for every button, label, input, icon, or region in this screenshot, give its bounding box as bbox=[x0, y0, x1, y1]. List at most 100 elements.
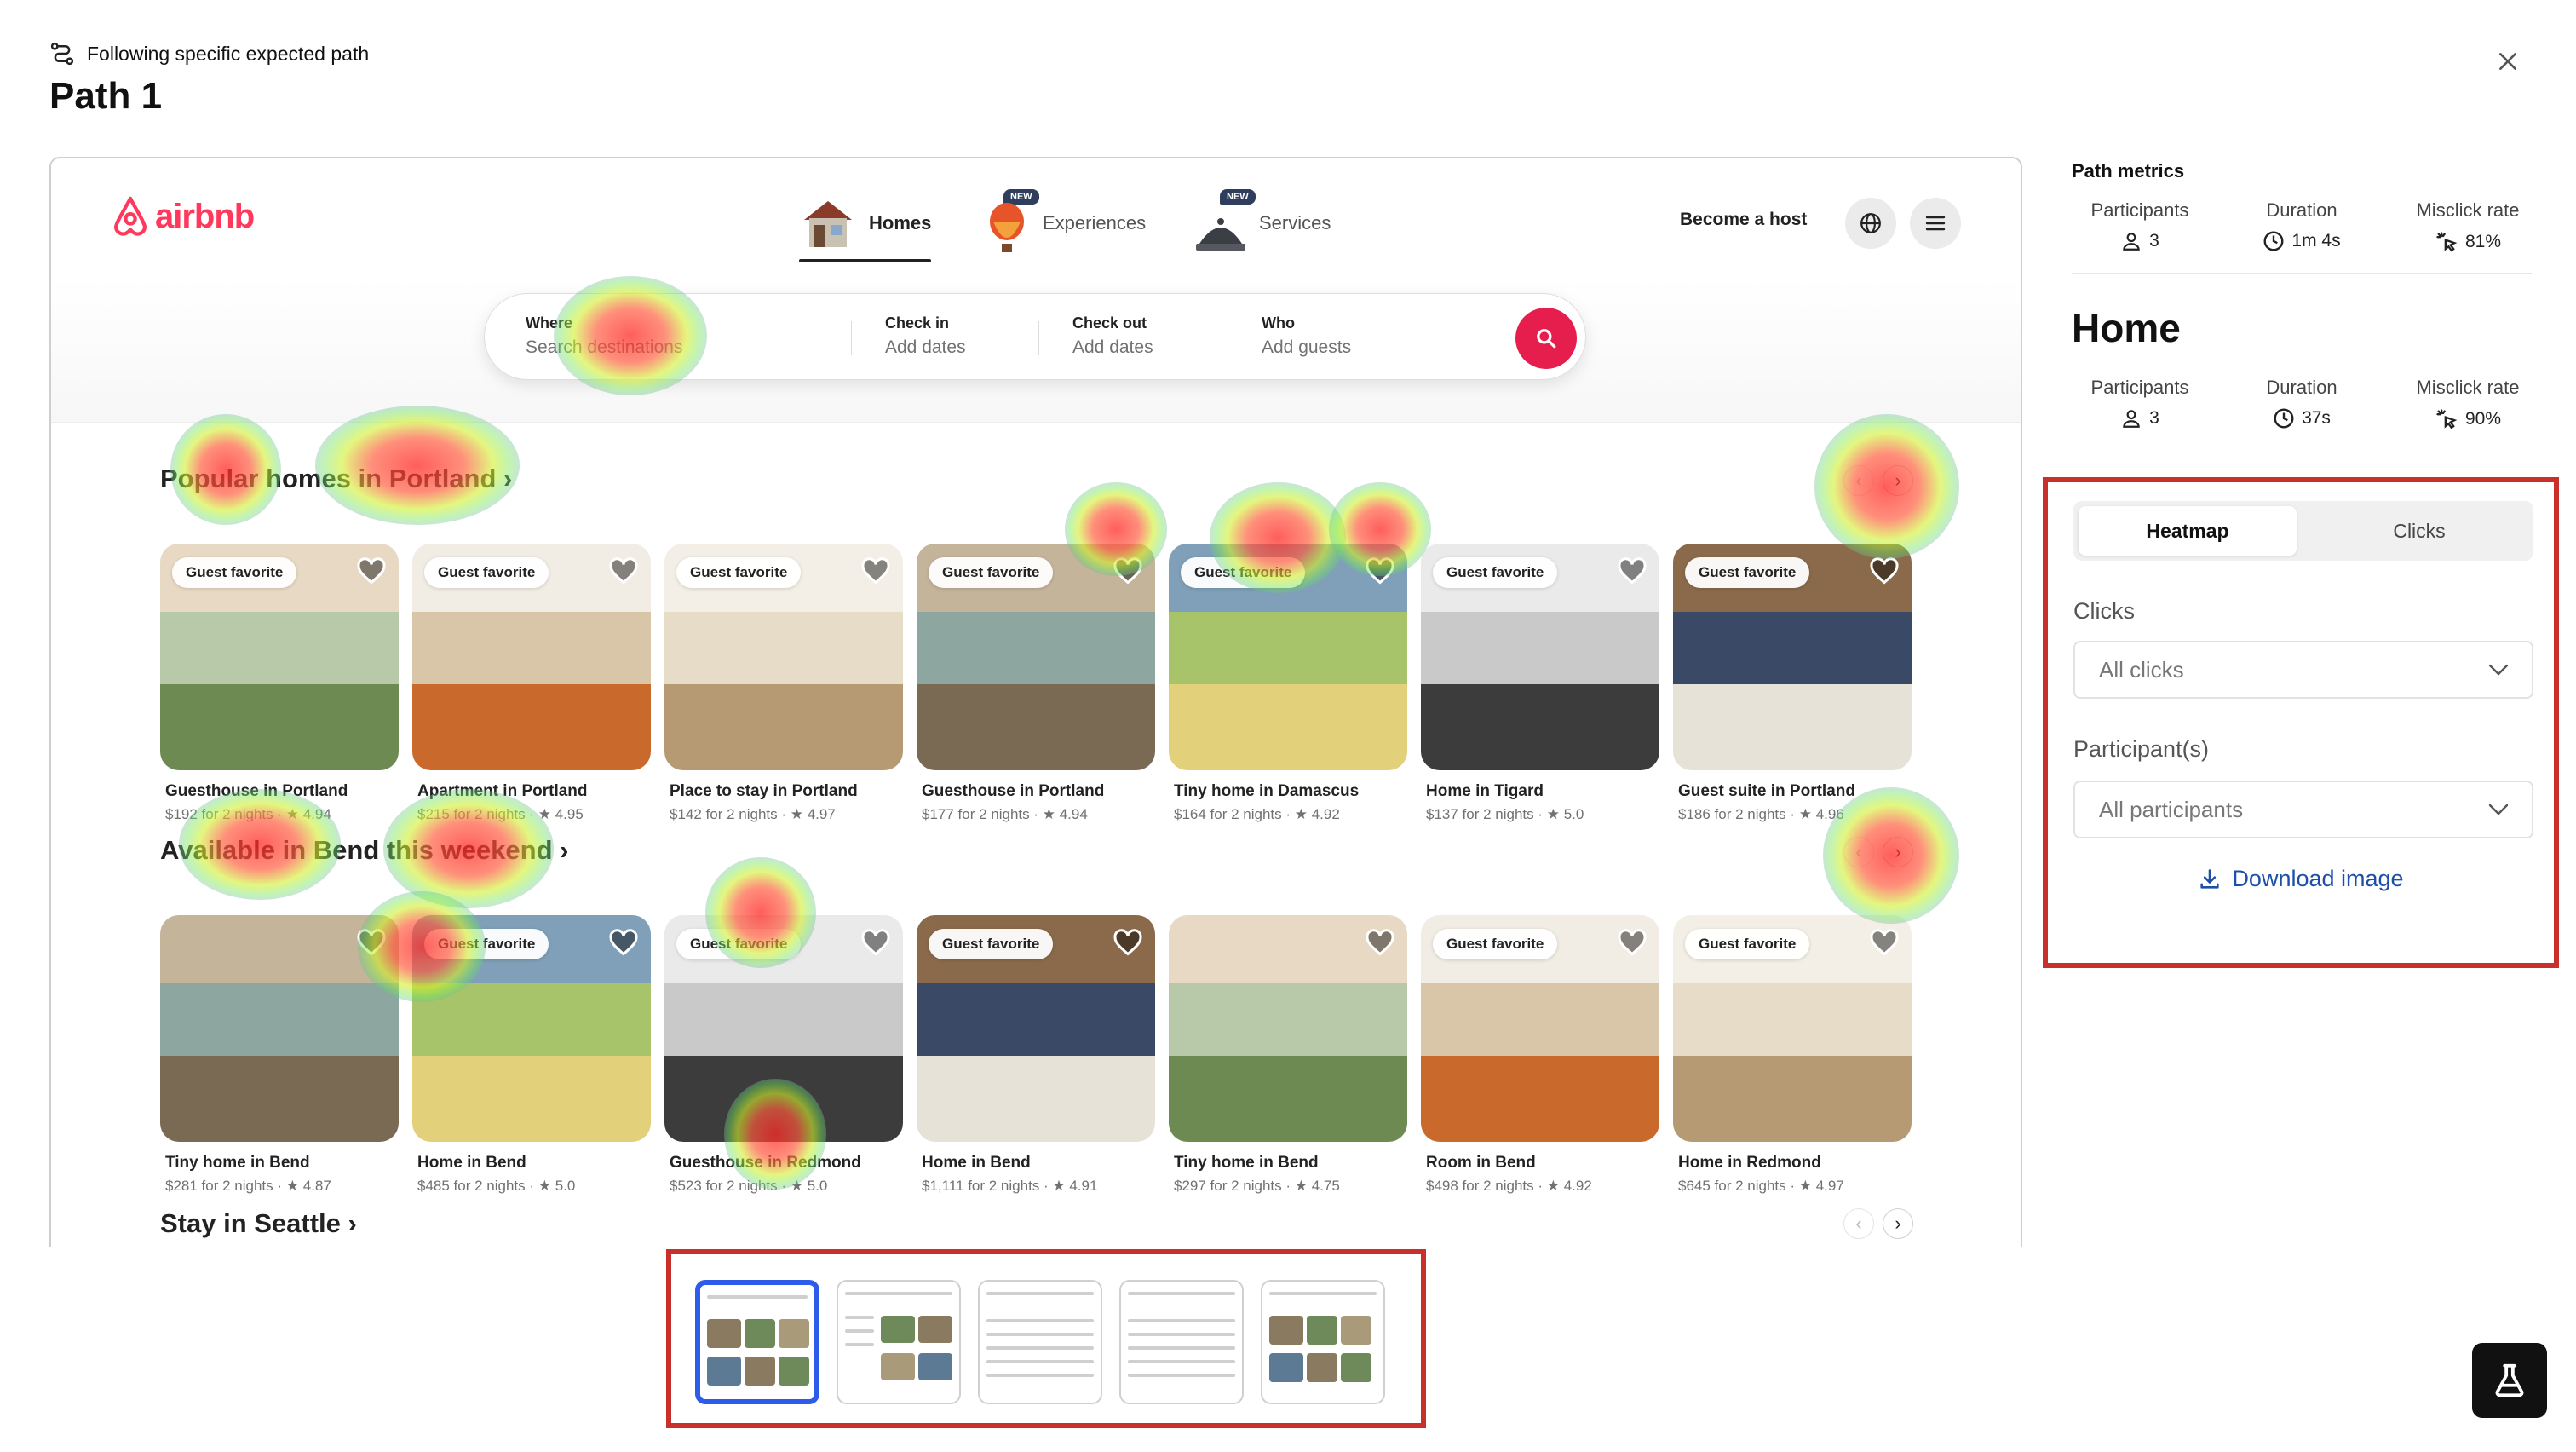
lab-button[interactable] bbox=[2472, 1343, 2547, 1418]
language-button[interactable] bbox=[1845, 198, 1896, 249]
become-host-link[interactable]: Become a host bbox=[1680, 210, 1807, 230]
metric-misclick: Misclick rate 81% bbox=[2404, 199, 2532, 254]
listing-photo[interactable]: Guest favorite bbox=[1673, 544, 1912, 770]
nav-tab-homes[interactable]: Homes bbox=[799, 189, 932, 262]
heart-icon[interactable] bbox=[1365, 927, 1395, 958]
listing-card[interactable]: Tiny home in Bend $297 for 2 nights · ★ … bbox=[1169, 915, 1407, 1195]
carousel-prev-button[interactable]: ‹ bbox=[1843, 465, 1874, 496]
listing-card[interactable]: Guest favorite Guesthouse in Portland $1… bbox=[917, 544, 1155, 823]
search-where[interactable]: Where Search destinations bbox=[526, 314, 682, 358]
metric-label: Misclick rate bbox=[2416, 199, 2520, 221]
clock-icon bbox=[2263, 231, 2284, 251]
heart-icon[interactable] bbox=[1869, 927, 1900, 958]
heart-icon[interactable] bbox=[1617, 556, 1647, 586]
search-divider bbox=[851, 321, 852, 355]
heart-icon[interactable] bbox=[1113, 556, 1143, 586]
heart-icon[interactable] bbox=[860, 556, 891, 586]
tab-clicks[interactable]: Clicks bbox=[2310, 506, 2528, 556]
listing-card[interactable]: Guest favorite Tiny home in Damascus $16… bbox=[1169, 544, 1407, 823]
service-bell-icon bbox=[1196, 218, 1245, 251]
search-who[interactable]: Who Add guests bbox=[1262, 314, 1351, 358]
clock-icon bbox=[2274, 408, 2294, 429]
carousel-prev-button[interactable]: ‹ bbox=[1843, 1208, 1874, 1239]
listing-card[interactable]: Guest favorite Place to stay in Portland… bbox=[664, 544, 903, 823]
section-title-portland[interactable]: Popular homes in Portland › bbox=[160, 464, 512, 494]
guest-favorite-badge: Guest favorite bbox=[676, 929, 802, 959]
heart-icon[interactable] bbox=[356, 927, 387, 958]
listing-card[interactable]: Guest favorite Home in Redmond $645 for … bbox=[1673, 915, 1912, 1195]
listing-photo[interactable]: Guest favorite bbox=[1421, 915, 1659, 1142]
misclick-cursor-icon bbox=[2436, 232, 2458, 252]
close-button[interactable] bbox=[2491, 44, 2525, 78]
section-title-bend[interactable]: Available in Bend this weekend › bbox=[160, 835, 568, 866]
nav-tab-experiences[interactable]: NEW Experiences bbox=[985, 189, 1146, 257]
step-thumbnail[interactable] bbox=[978, 1280, 1102, 1404]
listing-card[interactable]: Guest favorite Guesthouse in Redmond $52… bbox=[664, 915, 903, 1195]
listing-card[interactable]: Guest favorite Guest suite in Portland $… bbox=[1673, 544, 1912, 823]
section-title-seattle[interactable]: Stay in Seattle › bbox=[160, 1208, 357, 1239]
listing-photo[interactable]: Guest favorite bbox=[664, 544, 903, 770]
step-thumbnail[interactable] bbox=[1119, 1280, 1244, 1404]
nav-label-homes: Homes bbox=[869, 212, 932, 233]
tab-heatmap[interactable]: Heatmap bbox=[2079, 506, 2297, 556]
listing-card[interactable]: Guest favorite Home in Tigard $137 for 2… bbox=[1421, 544, 1659, 823]
listing-title: Home in Tigard bbox=[1426, 782, 1544, 800]
step-thumbnail[interactable] bbox=[695, 1280, 819, 1404]
listing-card[interactable]: Guest favorite Home in Bend $485 for 2 n… bbox=[412, 915, 651, 1195]
metric-label: Participants bbox=[2090, 199, 2189, 221]
metric-value: 1m 4s bbox=[2291, 231, 2341, 251]
heart-icon[interactable] bbox=[1869, 556, 1900, 586]
listing-photo[interactable]: Guest favorite bbox=[917, 915, 1155, 1142]
carousel-next-button[interactable]: › bbox=[1883, 465, 1913, 496]
search-button[interactable] bbox=[1515, 308, 1577, 369]
listing-card[interactable]: Guest favorite Apartment in Portland $21… bbox=[412, 544, 651, 823]
metric-misclick: Misclick rate 90% bbox=[2404, 377, 2532, 431]
listing-price-rating: $523 for 2 nights · ★ 5.0 bbox=[670, 1178, 828, 1194]
listing-photo[interactable]: Guest favorite bbox=[1673, 915, 1912, 1142]
listing-photo[interactable]: Guest favorite bbox=[160, 544, 399, 770]
listing-photo[interactable]: Guest favorite bbox=[412, 544, 651, 770]
listing-card[interactable]: Guest favorite Home in Bend $1,111 for 2… bbox=[917, 915, 1155, 1195]
listing-price-rating: $498 for 2 nights · ★ 4.92 bbox=[1426, 1178, 1592, 1194]
heart-icon[interactable] bbox=[608, 927, 639, 958]
step-thumbnail[interactable] bbox=[837, 1280, 961, 1404]
download-image-button[interactable]: Download image bbox=[2048, 866, 2554, 892]
listing-photo[interactable]: Guest favorite bbox=[917, 544, 1155, 770]
listing-photo[interactable]: Guest favorite bbox=[1169, 544, 1407, 770]
search-checkin[interactable]: Check in Add dates bbox=[885, 314, 966, 358]
heart-icon[interactable] bbox=[356, 556, 387, 586]
heart-icon[interactable] bbox=[860, 927, 891, 958]
checkout-value: Add dates bbox=[1072, 337, 1153, 357]
listing-card[interactable]: Tiny home in Bend $281 for 2 nights · ★ … bbox=[160, 915, 399, 1195]
search-checkout[interactable]: Check out Add dates bbox=[1072, 314, 1153, 358]
listing-card[interactable]: Guest favorite Room in Bend $498 for 2 n… bbox=[1421, 915, 1659, 1195]
heart-icon[interactable] bbox=[1617, 927, 1647, 958]
step-thumbnail[interactable] bbox=[1261, 1280, 1385, 1404]
participants-select[interactable]: All participants bbox=[2073, 781, 2533, 838]
guest-favorite-badge: Guest favorite bbox=[676, 557, 802, 588]
chevron-right-icon: › bbox=[1895, 841, 1901, 862]
heart-icon[interactable] bbox=[1113, 927, 1143, 958]
nav-tab-services[interactable]: NEW Services bbox=[1194, 189, 1331, 257]
heart-icon[interactable] bbox=[608, 556, 639, 586]
listing-card[interactable]: Guest favorite Guesthouse in Portland $1… bbox=[160, 544, 399, 823]
carousel-next-button[interactable]: › bbox=[1883, 1208, 1913, 1239]
heart-icon[interactable] bbox=[1365, 556, 1395, 586]
clicks-select[interactable]: All clicks bbox=[2073, 641, 2533, 699]
airbnb-logo[interactable]: airbnb bbox=[111, 196, 255, 237]
listing-photo[interactable]: Guest favorite bbox=[412, 915, 651, 1142]
menu-button[interactable] bbox=[1910, 198, 1961, 249]
carousel-next-button[interactable]: › bbox=[1883, 837, 1913, 867]
listing-price-rating: $142 for 2 nights · ★ 4.97 bbox=[670, 806, 836, 822]
listing-photo[interactable] bbox=[1169, 915, 1407, 1142]
where-input[interactable]: Search destinations bbox=[526, 337, 682, 358]
listing-photo[interactable]: Guest favorite bbox=[664, 915, 903, 1142]
listing-photo[interactable]: Guest favorite bbox=[1421, 544, 1659, 770]
metric-label: Duration bbox=[2266, 377, 2337, 398]
view-mode-toggle: Heatmap Clicks bbox=[2073, 501, 2533, 561]
carousel-prev-button[interactable]: ‹ bbox=[1843, 837, 1874, 867]
listing-photo[interactable] bbox=[160, 915, 399, 1142]
path-subtitle: Following specific expected path bbox=[87, 42, 370, 65]
listing-price-rating: $645 for 2 nights · ★ 4.97 bbox=[1678, 1178, 1844, 1194]
search-icon bbox=[1537, 329, 1556, 349]
